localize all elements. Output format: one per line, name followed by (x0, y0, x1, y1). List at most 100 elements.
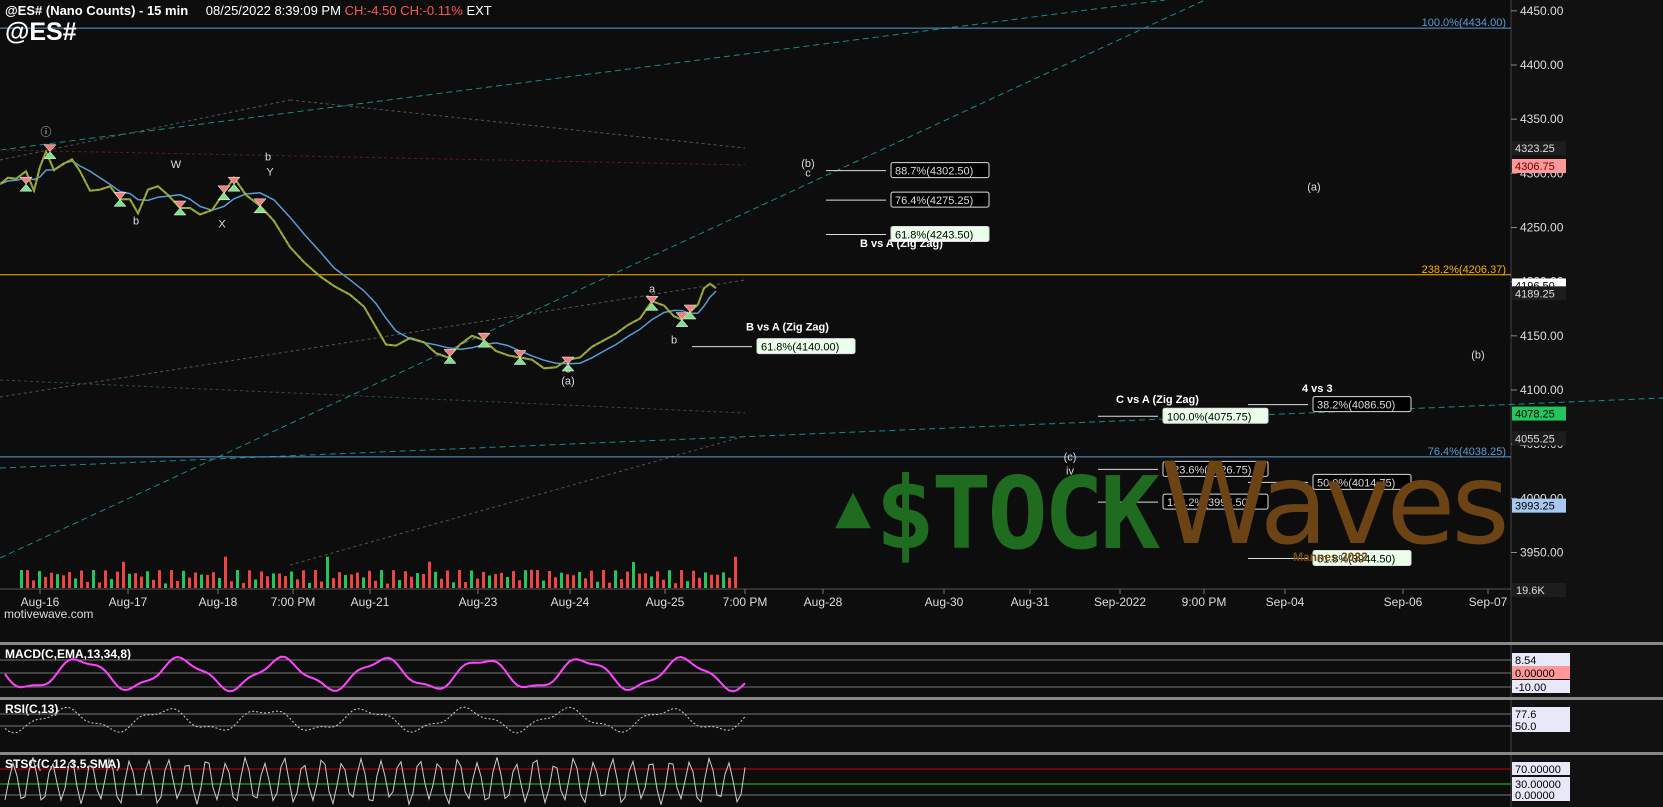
waves-logo: Waves (1160, 440, 1510, 570)
x-tick-label: 7:00 PM (723, 595, 768, 609)
chart-header: @ES# (Nano Counts) - 15 min 08/25/2022 8… (5, 3, 492, 18)
wave-label: (a) (561, 376, 574, 388)
volume-bar (236, 570, 239, 588)
volume-bar (404, 571, 407, 588)
y-tick-label: 4400.00 (1520, 58, 1564, 72)
x-tick-label: Sep-06 (1384, 595, 1423, 609)
volume-tag-label: 19.6K (1516, 585, 1545, 597)
volume-bar (506, 576, 509, 588)
datetime-label: 08/25/2022 8:39:09 PM (205, 3, 341, 18)
x-tick-label: 9:00 PM (1182, 595, 1227, 609)
volume-bar (554, 577, 557, 588)
volume-bar (392, 570, 395, 588)
y-tick-label: 4350.00 (1520, 112, 1564, 126)
volume-bar (458, 570, 461, 588)
volume-bar (632, 561, 635, 588)
volume-bar (80, 570, 83, 588)
x-tick-label: Aug-28 (804, 595, 843, 609)
y-tick-label: 3950.00 (1520, 546, 1564, 560)
volume-bar (728, 577, 731, 588)
volume-bar (134, 573, 137, 588)
volume-bar (482, 571, 485, 588)
volume-bar (152, 579, 155, 588)
fib-target-label: 38.2%(4086.50) (1317, 400, 1395, 412)
volume-bar (242, 583, 245, 588)
volume-bar (452, 582, 455, 588)
volume-bar (176, 580, 179, 588)
volume-bar (56, 574, 59, 588)
y-tick-label: 4250.00 (1520, 221, 1564, 235)
price-tag-label: 4306.75 (1515, 161, 1555, 173)
price-tag-label: 3993.25 (1515, 501, 1555, 513)
price-tag-label: 4189.25 (1515, 288, 1555, 300)
volume-bar (212, 572, 215, 588)
volume-bar (470, 570, 473, 588)
wave-label: c (805, 168, 811, 180)
wave-label: b (671, 334, 677, 346)
volume-bar (326, 556, 329, 588)
x-tick-label: Aug-21 (351, 595, 390, 609)
fib-target-label: 100.0%(4075.75) (1167, 411, 1251, 423)
volume-bar (224, 556, 227, 588)
volume-bar (26, 570, 29, 588)
price-tag-label: 4055.25 (1515, 433, 1555, 445)
fib-group-title: B vs A (Zig Zag) (746, 321, 829, 333)
volume-bar (374, 580, 377, 588)
volume-bar (614, 570, 617, 588)
x-tick-label: Sep-2022 (1094, 595, 1146, 609)
volume-bar (428, 561, 431, 588)
wave-label: a (649, 284, 656, 296)
x-tick-label: Aug-17 (109, 595, 148, 609)
price-chart[interactable]: 4450.004400.004350.004300.004250.004200.… (0, 0, 1663, 807)
volume-bar (158, 570, 161, 588)
wave-label: ⓘ (41, 125, 52, 138)
volume-bar (512, 571, 515, 588)
volume-bar (566, 574, 569, 588)
volume-bar (536, 570, 539, 588)
volume-bar (602, 570, 605, 588)
volume-bar (362, 577, 365, 588)
volume-bar (308, 582, 311, 588)
volume-bar (164, 583, 167, 588)
volume-bar (476, 578, 479, 588)
volume-bar (302, 570, 305, 588)
volume-bar (596, 581, 599, 588)
x-tick-label: Sep-07 (1469, 595, 1508, 609)
volume-bar (494, 574, 497, 588)
chart-background (0, 0, 1663, 807)
x-tick-label: 7:00 PM (271, 595, 316, 609)
volume-bar (104, 570, 107, 588)
volume-bar (122, 561, 125, 588)
volume-bar (200, 574, 203, 588)
volume-bar (680, 570, 683, 588)
volume-bar (500, 572, 503, 588)
volume-bar (620, 579, 623, 588)
fib-level-label: 100.0%(4434.00) (1422, 17, 1506, 29)
fib-group-title: B vs A (Zig Zag) (860, 238, 943, 250)
volume-bar (278, 573, 281, 588)
copyright-label: Mannes 2022 (1293, 550, 1368, 564)
wave-label: b (133, 215, 139, 227)
volume-bar (416, 573, 419, 588)
fib-target-label: 88.7%(4302.50) (895, 166, 973, 178)
stock-logo-text: $TOCK (875, 455, 1160, 572)
symbol-title: @ES# (Nano Counts) - 15 min (5, 3, 189, 18)
wave-label: Y (266, 167, 274, 179)
volume-bar (698, 577, 701, 588)
indicator-tag-label: 0.00000 (1515, 668, 1555, 680)
volume-bar (542, 580, 545, 588)
volume-bar (116, 571, 119, 588)
volume-bar (182, 570, 185, 588)
volume-bar (350, 574, 353, 588)
volume-bar (590, 570, 593, 588)
volume-bar (290, 571, 293, 588)
volume-bar (260, 571, 263, 588)
volume-bar (110, 578, 113, 588)
volume-bar (584, 578, 587, 588)
volume-bar (710, 574, 713, 588)
volume-bar (386, 583, 389, 588)
wave-label: X (218, 219, 226, 231)
indicator-tag-label: 0.00000 (1515, 790, 1555, 802)
volume-bar (146, 571, 149, 588)
session-label: EXT (466, 3, 492, 18)
